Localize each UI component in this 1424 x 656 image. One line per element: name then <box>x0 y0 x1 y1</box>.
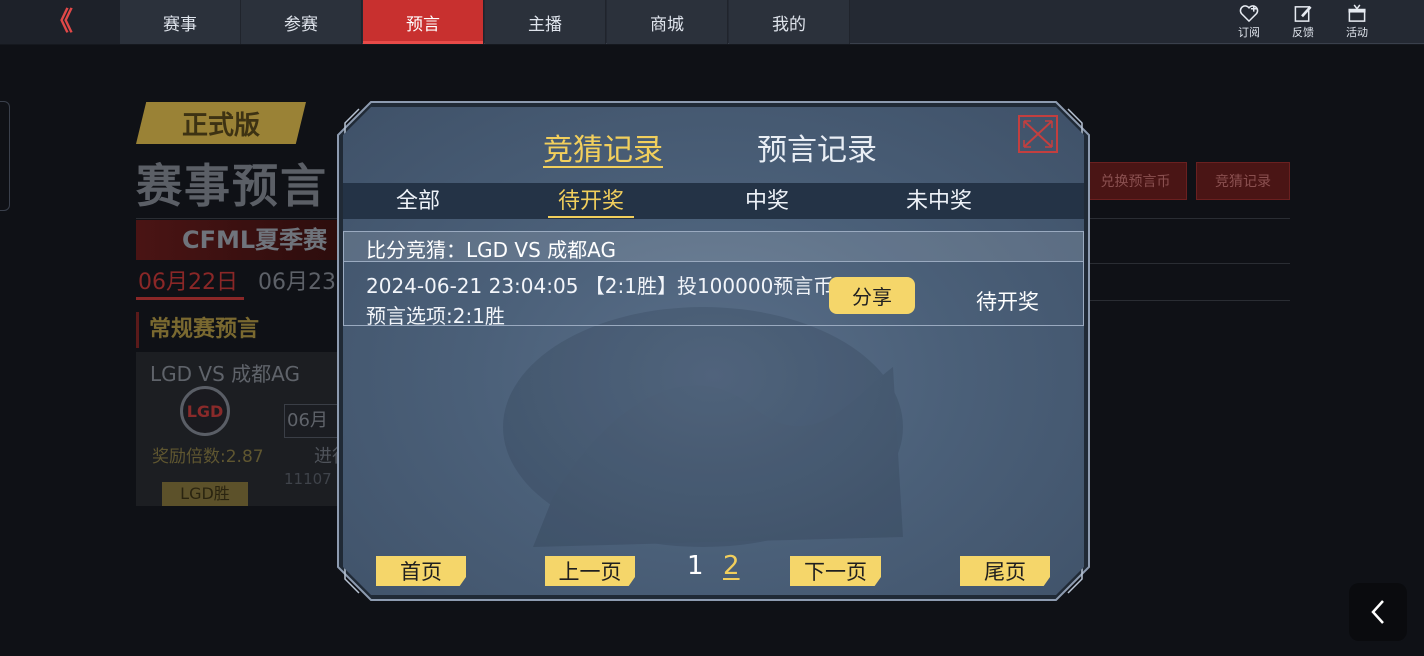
match-date: 06月2 <box>284 404 338 438</box>
records-modal: 竞猜记录 预言记录 全部 待开奖 中奖 未中奖 比分竞猜：LGD VS 成都AG… <box>343 107 1084 595</box>
pick-button[interactable]: LGD胜 <box>162 482 248 506</box>
filter-all[interactable]: 全部 <box>396 183 440 219</box>
activity-icon <box>1348 4 1366 22</box>
page-title: 赛事预言 <box>136 159 328 213</box>
subscribe-button[interactable]: 订阅 <box>1232 4 1266 40</box>
league-banner: CFML夏季赛 <box>136 220 356 260</box>
prev-page-button[interactable]: 上一页 <box>545 556 635 586</box>
next-page-button[interactable]: 下一页 <box>790 556 881 586</box>
filter-won[interactable]: 中奖 <box>745 183 789 219</box>
record-item: 比分竞猜：LGD VS 成都AG 2024-06-21 23:04:05 【2:… <box>343 231 1084 326</box>
subscribe-label: 订阅 <box>1238 26 1260 39</box>
back-button[interactable]: 《 <box>0 0 120 44</box>
tab-events[interactable]: 赛事 <box>120 0 241 44</box>
version-badge: 正式版 <box>136 102 306 144</box>
quiz-records-button[interactable]: 竞猜记录 <box>1196 162 1290 200</box>
participant-count: 11107 <box>284 470 332 488</box>
subscribe-icon <box>1239 5 1259 23</box>
tab-mine[interactable]: 我的 <box>729 0 850 44</box>
last-page-button[interactable]: 尾页 <box>960 556 1050 586</box>
date-tab-active[interactable]: 06月22日 <box>136 266 244 300</box>
exchange-coins-button[interactable]: 兑换预言币 <box>1084 162 1187 200</box>
feedback-label: 反馈 <box>1292 26 1314 39</box>
page-number-current: 1 <box>687 551 704 581</box>
side-drawer-handle[interactable] <box>0 101 10 211</box>
date-tab[interactable]: 06月23 <box>258 266 336 300</box>
team-logo: LGD <box>180 386 230 436</box>
first-page-button[interactable]: 首页 <box>376 556 466 586</box>
record-title: 比分竞猜：LGD VS 成都AG <box>366 238 616 262</box>
tab-shop[interactable]: 商城 <box>607 0 728 44</box>
filter-tabs: 全部 待开奖 中奖 未中奖 <box>343 183 1084 219</box>
tab-quiz-records[interactable]: 竞猜记录 <box>543 125 663 169</box>
close-icon <box>1021 118 1055 150</box>
section-title: 常规赛预言 <box>136 312 346 348</box>
close-button[interactable] <box>1018 115 1058 153</box>
chevron-left-icon <box>1371 600 1384 624</box>
collapse-button[interactable] <box>1349 583 1407 641</box>
page-number-link[interactable]: 2 <box>723 551 740 581</box>
filter-lost[interactable]: 未中奖 <box>906 183 972 219</box>
feedback-icon <box>1294 5 1312 22</box>
top-navigation: 《 赛事 参赛 预言 主播 商城 我的 订阅 反馈 活动 <box>0 0 1424 44</box>
odds-text: 奖励倍数:2.87 <box>152 447 264 467</box>
filter-pending[interactable]: 待开奖 <box>558 183 624 219</box>
activity-label: 活动 <box>1346 26 1368 39</box>
record-detail: 2024-06-21 23:04:05 【2:1胜】投100000预言币 <box>366 274 834 298</box>
match-title: LGD VS 成都AG <box>150 362 300 386</box>
record-status: 待开奖 <box>976 290 1039 314</box>
tab-prophecy-records[interactable]: 预言记录 <box>757 125 877 169</box>
feedback-button[interactable]: 反馈 <box>1286 4 1320 40</box>
back-arrow-icon: 《 <box>46 7 73 37</box>
share-button[interactable]: 分享 <box>829 277 915 314</box>
tab-streamer[interactable]: 主播 <box>485 0 606 44</box>
record-header: 比分竞猜：LGD VS 成都AG <box>344 232 1083 262</box>
tab-prophecy[interactable]: 预言 <box>363 0 484 44</box>
tab-participate[interactable]: 参赛 <box>241 0 362 44</box>
record-option: 预言选项:2:1胜 <box>366 304 505 328</box>
activity-button[interactable]: 活动 <box>1340 4 1374 40</box>
